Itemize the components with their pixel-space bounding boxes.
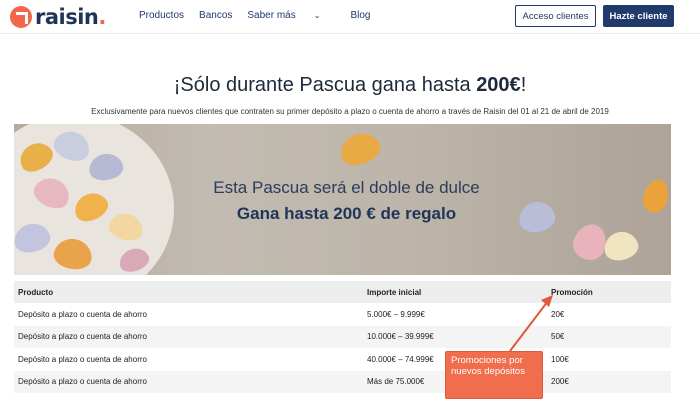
egg-decoration (600, 228, 642, 264)
cell-producto: Depósito a plazo o cuenta de ahorro (18, 309, 147, 319)
nav-links: Productos Bancos Saber más ⌄ Blog (139, 10, 385, 21)
table-header-row: Producto Importe inicial Promoción (14, 281, 671, 303)
raisin-logo-icon (10, 6, 32, 28)
page-title: ¡Sólo durante Pascua gana hasta 200€! (173, 74, 527, 96)
cell-producto: Depósito a plazo o cuenta de ahorro (18, 377, 147, 387)
table-row: Depósito a plazo o cuenta de ahorro 5.00… (14, 303, 671, 326)
page-subtitle: Exclusivamente para nuevos clientes que … (91, 107, 609, 116)
cell-importe: 10.000€ – 39.999€ (367, 332, 434, 342)
cell-promocion: 20€ (551, 309, 565, 319)
login-button[interactable]: Acceso clientes (515, 5, 596, 27)
chevron-down-icon: ⌄ (313, 11, 321, 20)
banner-offer: Gana hasta 200 € de regalo (236, 204, 457, 223)
cell-promocion: 200€ (551, 377, 569, 387)
egg-decoration (336, 128, 384, 170)
promotion-table: Producto Importe inicial Promoción Depós… (14, 281, 671, 393)
table-row: Depósito a plazo o cuenta de ahorro 10.0… (14, 325, 671, 348)
nav-link-saber-mas[interactable]: Saber más ⌄ (247, 10, 335, 21)
column-header-producto: Producto (18, 287, 54, 297)
logo-text: raisin. (35, 5, 106, 29)
cell-producto: Depósito a plazo o cuenta de ahorro (18, 354, 147, 364)
table-row: Depósito a plazo o cuenta de ahorro 40.0… (14, 348, 671, 371)
banner-headline: Esta Pascua será el doble de dulce (213, 178, 480, 197)
cell-promocion: 50€ (551, 332, 565, 342)
nav-link-bancos[interactable]: Bancos (199, 10, 232, 21)
top-navbar: raisin. Productos Bancos Saber más ⌄ Blog… (0, 0, 700, 34)
table-row: Depósito a plazo o cuenta de ahorro Más … (14, 370, 671, 393)
cell-promocion: 100€ (551, 354, 569, 364)
nav-link-blog[interactable]: Blog (350, 10, 370, 21)
cell-importe: 5.000€ – 9.999€ (367, 309, 425, 319)
nav-link-productos[interactable]: Productos (139, 10, 184, 21)
annotation-callout: Promociones por nuevos depósitos (445, 351, 543, 399)
easter-banner: Esta Pascua será el doble de dulce Gana … (14, 124, 671, 275)
column-header-promocion: Promoción (551, 287, 593, 297)
raisin-logo[interactable]: raisin. (10, 5, 106, 29)
column-header-importe: Importe inicial (367, 287, 422, 297)
signup-button[interactable]: Hazte cliente (603, 5, 674, 27)
cell-producto: Depósito a plazo o cuenta de ahorro (18, 332, 147, 342)
